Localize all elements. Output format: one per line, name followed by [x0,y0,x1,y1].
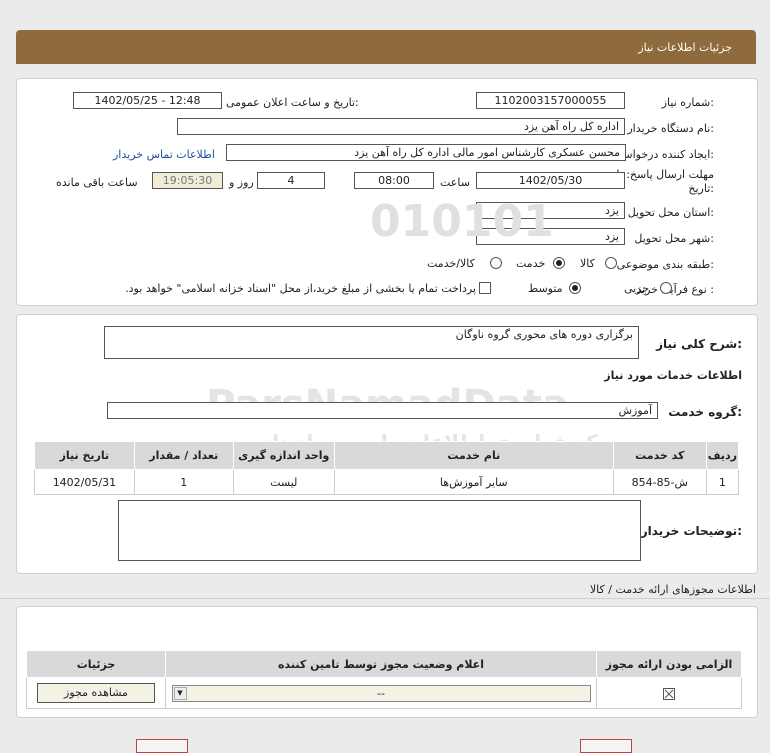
treasury-text: پرداخت تمام یا بخشی از مبلغ خرید،از محل … [125,282,476,295]
cell-need-date: 1402/05/31 [34,469,135,495]
permit-required-checkbox [663,687,675,700]
cell-unit: لیست [232,469,335,495]
need-info-panel [16,78,758,306]
permits-title: اطلاعات مجوزهای ارائه خدمت / کالا [589,583,756,596]
cell-row: 1 [705,469,740,495]
view-permit-button[interactable]: مشاهده مجوز [37,683,155,703]
summary-field: برگزاری دوره های محوری گروه ناوگان [104,326,639,359]
permit-status-select[interactable]: -- ▼ [171,684,591,702]
deadline-label: مهلت ارسال پاسخ: تا [616,168,714,181]
remaining-time-field: 19:05:30 [152,172,223,189]
permits-table-header: الزامی بودن ارائه مجوز اعلام وضعیت مجوز … [26,650,742,678]
col-unit: واحد اندازه گیری [232,441,335,470]
deadline-time-field: 08:00 [354,172,434,189]
need-number-label: شماره نیاز: [661,96,714,109]
permits-divider [0,598,770,599]
page-title: جزئیات اطلاعات نیاز [638,41,732,54]
col-service-code: کد خدمت [612,441,707,470]
buyer-contact-link[interactable]: اطلاعات تماس خریدار [113,148,215,161]
buyer-org-field: اداره کل راه آهن یزد [177,118,625,135]
page-header: جزئیات اطلاعات نیاز [16,30,756,64]
announce-field: 1402/05/25 - 12:48 [73,92,222,109]
city-label: شهر محل تحویل: [634,232,714,245]
purchase-option-medium: متوسط [528,282,563,295]
cell-quantity: 1 [133,469,234,495]
requester-label: ایجاد کننده درخواست: [612,148,714,161]
col-row: ردیف [705,441,740,470]
col-service-name: نام خدمت [333,441,614,470]
col-quantity: تعداد / مقدار [133,441,234,470]
buyer-notes-field [118,500,641,561]
col-permit-details: جزئیات [26,650,166,678]
services-info-title: اطلاعات خدمات مورد نیاز [604,369,742,382]
summary-label: شرح کلی نیاز: [656,337,742,351]
bottom-button-right[interactable] [580,739,632,753]
requester-field: محسن عسکری کارشناس امور مالی اداره کل را… [226,144,626,161]
cross-icon [664,689,674,698]
buyer-org-label: نام دستگاه خریدار: [627,122,714,135]
deadline-date-field: 1402/05/30 [476,172,625,189]
treasury-checkbox[interactable] [479,282,491,294]
permits-table: الزامی بودن ارائه مجوز اعلام وضعیت مجوز … [26,650,742,709]
category-option-both: کالا/خدمت [427,257,475,270]
col-need-date: تاریخ نیاز [34,441,135,470]
col-permit-required: الزامی بودن ارائه مجوز [596,650,742,678]
purchase-option-minor: جزیی [624,282,650,295]
announce-label: تاریخ و ساعت اعلان عمومی: [226,96,359,109]
category-option-service: خدمت [516,257,546,270]
services-table-header: ردیف کد خدمت نام خدمت واحد اندازه گیری ت… [34,441,740,470]
purchase-radio-medium[interactable] [569,282,581,294]
table-row: -- ▼ مشاهده مجوز [26,677,742,709]
remaining-label: ساعت باقی مانده [56,176,138,189]
category-radio-both[interactable] [490,257,502,269]
table-row: 1 ش-85-854 سایر آموزش‌ها لیست 1 1402/05/… [34,469,740,495]
buyer-notes-label: توضیحات خریدار: [640,524,742,538]
cell-service-code: ش-85-854 [612,469,707,495]
category-radio-goods[interactable] [605,257,617,269]
bottom-button-left[interactable] [136,739,188,753]
province-label: استان محل تحویل: [627,206,714,219]
category-radio-service[interactable] [553,257,565,269]
category-option-goods: کالا [580,257,595,270]
province-field: یزد [476,202,625,219]
cell-service-name: سایر آموزش‌ها [333,469,614,495]
service-group-field: آموزش [107,402,658,419]
col-permit-status: اعلام وضعیت مجوز توسط تامین کننده [165,650,597,678]
permit-status-value: -- [377,686,385,700]
days-label: روز و [229,176,254,189]
category-label: طبقه بندی موضوعی: [616,258,714,271]
cell-permit-details: مشاهده مجوز [26,677,166,709]
deadline-date-label: تاریخ: [688,182,714,195]
city-field: یزد [476,228,625,245]
purchase-radio-minor[interactable] [660,282,672,294]
service-group-label: گروه خدمت: [668,405,742,419]
days-field: 4 [257,172,325,189]
cell-permit-status: -- ▼ [165,677,597,709]
services-table: ردیف کد خدمت نام خدمت واحد اندازه گیری ت… [34,441,740,495]
cell-permit-required [596,677,742,709]
deadline-time-label: ساعت [440,176,470,189]
need-number-field: 1102003157000055 [476,92,625,109]
chevron-down-icon[interactable]: ▼ [173,686,187,700]
